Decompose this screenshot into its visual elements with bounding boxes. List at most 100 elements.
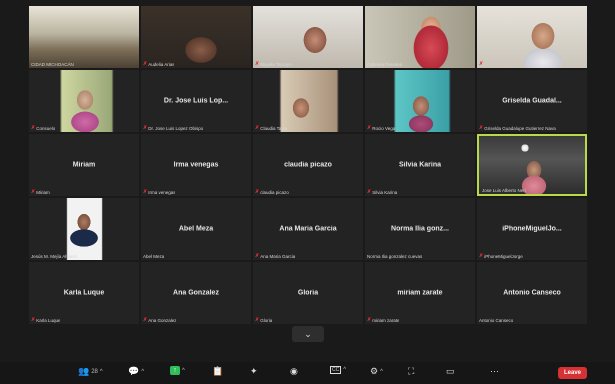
- muted-mic-icon: ✗: [479, 125, 484, 131]
- participant-name: Karla Luque: [63, 289, 105, 297]
- video-tile[interactable]: claudia picazo ✗ claudia picazo: [253, 134, 363, 196]
- share-screen-button[interactable]: ↑ ^: [170, 366, 185, 375]
- video-tile[interactable]: iPhoneMiguelJo... ✗ iPhoneMiguelJorge: [477, 198, 587, 260]
- muted-mic-icon: ✗: [143, 61, 148, 67]
- captions-icon: CC: [330, 366, 342, 374]
- video-tile[interactable]: Jesús M. Mejía Alvarez: [29, 198, 139, 260]
- participant-video: [29, 70, 139, 132]
- whiteboard-icon: ⛶: [408, 366, 415, 376]
- participant-label: ✗ Dr. Jose Luis Lopez Obispo: [143, 125, 204, 131]
- participant-name: Griselda Guadal...: [502, 97, 562, 105]
- video-tile[interactable]: Irma venegas ✗ Irma venegas: [141, 134, 251, 196]
- participant-name: iPhoneMiguelJo...: [502, 225, 562, 233]
- chevron-up-icon: ^: [182, 367, 185, 374]
- participant-label: ✗ Claudia Tapia: [255, 125, 288, 131]
- muted-mic-icon: ✗: [143, 125, 148, 131]
- participant-label: ✗ Karla Luque: [31, 317, 61, 323]
- reactions-button[interactable]: ✦: [250, 366, 258, 377]
- participant-name: Gloria: [297, 289, 319, 297]
- participant-video: [141, 6, 251, 68]
- muted-mic-icon: ✗: [255, 125, 260, 131]
- muted-mic-icon: ✗: [31, 317, 36, 323]
- participant-label: ✗ Ana Maria Garcia: [255, 253, 296, 259]
- participant-video: [253, 6, 363, 68]
- video-tile[interactable]: Abel Meza Abel Meza: [141, 198, 251, 260]
- video-tile[interactable]: ✗ Mayela Tamayo: [253, 6, 363, 68]
- muted-mic-icon: ✗: [255, 317, 260, 323]
- participant-label: ✗ Gloria: [255, 317, 273, 323]
- participants-icon: 👥: [78, 366, 90, 376]
- participant-label: ✗ miriam zarate: [367, 317, 400, 323]
- video-tile[interactable]: Gloria ✗ Gloria: [253, 262, 363, 324]
- participant-label: ✗ Silvia Karina: [367, 189, 398, 195]
- chevron-up-icon: ^: [141, 368, 145, 375]
- muted-mic-icon: ✗: [255, 61, 260, 67]
- video-tile[interactable]: Karla Luque ✗ Karla Luque: [29, 262, 139, 324]
- participant-label: ✗ Audelia Arias: [143, 61, 175, 67]
- muted-mic-icon: ✗: [31, 125, 36, 131]
- participant-video: [253, 70, 363, 132]
- leave-button[interactable]: Leave: [557, 367, 587, 379]
- participant-label: Antonio Canseco: [479, 318, 514, 323]
- participant-name: Dr. Jose Luis Lop...: [163, 97, 229, 105]
- video-tile[interactable]: CIDAD MICHOACÁN: [29, 6, 139, 68]
- video-tile[interactable]: Griselda Guadal... ✗ Griselda Guadalupe G…: [477, 70, 587, 132]
- view-icon: ▭: [446, 366, 455, 376]
- participant-name: Antonio Canseco: [503, 289, 561, 297]
- chevron-up-icon: ^: [343, 367, 347, 373]
- meeting-toolbar: 👥 28 ^ 💬 ^ ↑ ^ 📋 ✦ ◉ CC ^ ⚙ ^ ⛶ ▭ ⋯ Leave: [0, 362, 615, 384]
- video-tile[interactable]: Ana Gonzalez ✗ Ana Gonzalez: [141, 262, 251, 324]
- video-tile[interactable]: ✗ Claudia Tapia: [253, 70, 363, 132]
- video-tile[interactable]: ✗ Rocio Vega: [365, 70, 475, 132]
- view-button[interactable]: ▭: [446, 366, 455, 377]
- muted-mic-icon: ✗: [479, 253, 484, 259]
- participant-video: [365, 70, 475, 132]
- participants-button[interactable]: 👥 28 ^: [78, 366, 103, 377]
- video-tile[interactable]: ✗: [477, 6, 587, 68]
- more-button[interactable]: ⋯: [490, 366, 499, 377]
- video-tile[interactable]: Miriam ✗ Miriam: [29, 134, 139, 196]
- chevron-down-icon[interactable]: ⌄: [292, 326, 324, 342]
- video-tile[interactable]: Antonio Canseco Antonio Canseco: [477, 262, 587, 324]
- notes-button[interactable]: 📋: [212, 366, 223, 377]
- whiteboard-button[interactable]: ⛶: [408, 366, 414, 377]
- video-tile[interactable]: Ana Maria Garcia ✗ Ana Maria Garcia: [253, 198, 363, 260]
- apps-button[interactable]: ⚙ ^: [370, 366, 383, 377]
- participant-name: Norma Ilia gonz...: [391, 225, 449, 233]
- video-gallery: CIDAD MICHOACÁN ✗ Audelia Arias ✗ Mayela T…: [26, 3, 592, 343]
- participant-label: ✗: [479, 61, 484, 67]
- video-tile[interactable]: ✗ Consuelo: [29, 70, 139, 132]
- participant-name: Abel Meza: [178, 225, 214, 233]
- muted-mic-icon: ✗: [255, 189, 260, 195]
- muted-mic-icon: ✗: [255, 253, 260, 259]
- participant-name: Silvia Karina: [398, 161, 442, 169]
- participant-label: ✗ Rocio Vega: [367, 125, 396, 131]
- muted-mic-icon: ✗: [31, 189, 36, 195]
- captions-button[interactable]: CC ^: [330, 366, 346, 374]
- participant-video: [29, 6, 139, 68]
- record-button[interactable]: ◉: [290, 366, 298, 377]
- participants-count: 28: [91, 368, 98, 375]
- more-icon: ⋯: [490, 366, 499, 376]
- chat-button[interactable]: 💬 ^: [128, 366, 144, 377]
- video-tile[interactable]: miriam zarate ✗ miriam zarate: [365, 262, 475, 324]
- participant-label: ✗ Mayela Tamayo: [255, 61, 292, 67]
- muted-mic-icon: ✗: [143, 189, 148, 195]
- apps-icon: ⚙: [370, 366, 379, 376]
- video-tile[interactable]: Norma Ilia gonz... Norma Ilia gonzalez c…: [365, 198, 475, 260]
- participant-video: [365, 6, 475, 68]
- share-screen-icon: ↑: [170, 366, 180, 375]
- muted-mic-icon: ✗: [367, 189, 372, 195]
- sparkle-icon: ✦: [250, 366, 258, 376]
- participant-label: ✗ iPhoneMiguelJorge: [479, 253, 523, 259]
- participant-label: Norma Ilia gonzalez cuevas: [367, 254, 423, 259]
- video-tile[interactable]: ✗ Audelia Arias: [141, 6, 251, 68]
- participant-name: Ana Gonzalez: [173, 289, 219, 297]
- video-tile[interactable]: Gabriela Paredes: [365, 6, 475, 68]
- participant-video: [29, 198, 139, 260]
- participant-name: claudia picazo: [284, 161, 332, 169]
- video-tile[interactable]: Dr. Jose Luis Lop... ✗ Dr. Jose Luis Lope…: [141, 70, 251, 132]
- active-speaker-tile[interactable]: Jose Luis Alberto Neri: [477, 134, 587, 196]
- participant-label: ✗ Consuelo: [31, 125, 56, 131]
- video-tile[interactable]: Silvia Karina ✗ Silvia Karina: [365, 134, 475, 196]
